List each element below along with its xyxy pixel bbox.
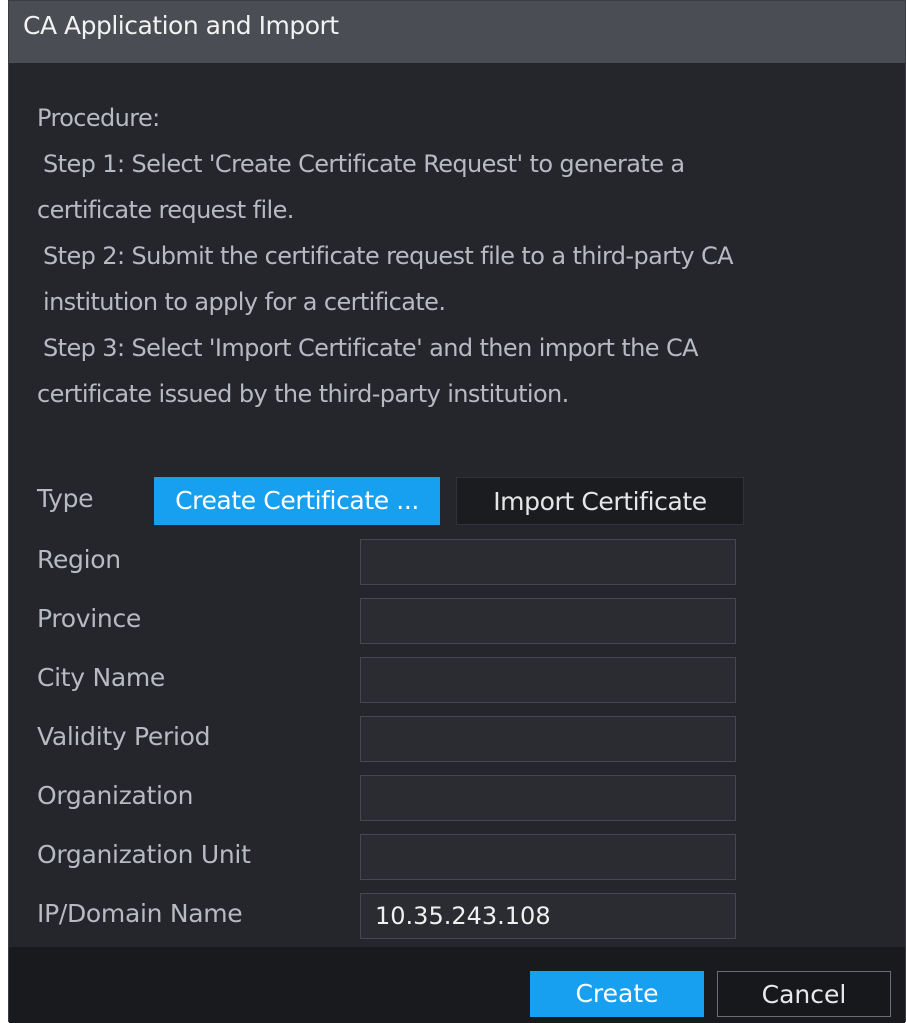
- organization-unit-input[interactable]: [360, 834, 736, 880]
- ip-domain-name-label: IP/Domain Name: [37, 899, 243, 928]
- procedure-line: certificate issued by the third-party in…: [37, 380, 569, 408]
- city-name-label: City Name: [37, 663, 166, 692]
- region-label: Region: [37, 545, 121, 574]
- dialog-titlebar: CA Application and Import: [9, 1, 905, 63]
- dialog-footer: Create Cancel: [9, 947, 905, 1023]
- import-certificate-tab[interactable]: Import Certificate: [456, 477, 744, 525]
- province-label: Province: [37, 604, 141, 633]
- ip-domain-name-input[interactable]: [360, 893, 736, 939]
- dialog-title: CA Application and Import: [23, 11, 339, 40]
- procedure-line: certificate request file.: [37, 196, 294, 224]
- validity-period-input[interactable]: [360, 716, 736, 762]
- province-input[interactable]: [360, 598, 736, 644]
- region-input[interactable]: [360, 539, 736, 585]
- procedure-line: Step 2: Submit the certificate request f…: [43, 242, 734, 270]
- organization-label: Organization: [37, 781, 194, 810]
- organization-input[interactable]: [360, 775, 736, 821]
- procedure-line: Step 3: Select 'Import Certificate' and …: [43, 334, 699, 362]
- ca-application-dialog: CA Application and Import Procedure: Ste…: [8, 0, 906, 1023]
- type-label: Type: [37, 484, 94, 513]
- organization-unit-label: Organization Unit: [37, 840, 251, 869]
- procedure-line: institution to apply for a certificate.: [43, 288, 446, 316]
- validity-period-label: Validity Period: [37, 722, 211, 751]
- cancel-button[interactable]: Cancel: [717, 971, 891, 1017]
- create-certificate-request-tab[interactable]: Create Certificate ...: [154, 477, 440, 525]
- city-name-input[interactable]: [360, 657, 736, 703]
- procedure-heading: Procedure:: [37, 104, 160, 132]
- procedure-text: Procedure: Step 1: Select 'Create Certif…: [37, 95, 877, 417]
- create-button[interactable]: Create: [530, 971, 704, 1017]
- procedure-line: Step 1: Select 'Create Certificate Reque…: [43, 150, 685, 178]
